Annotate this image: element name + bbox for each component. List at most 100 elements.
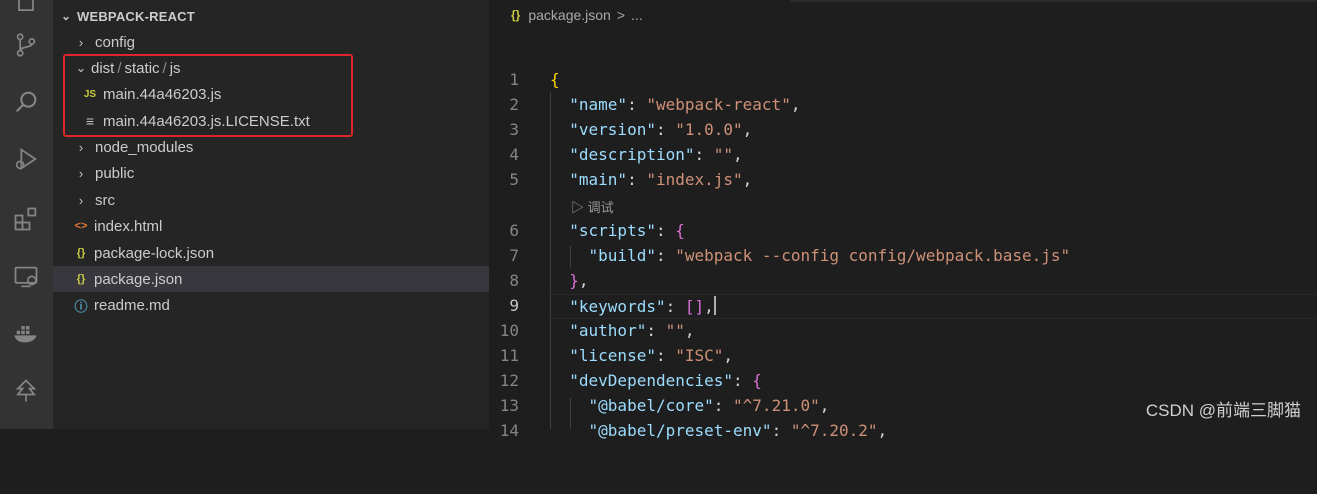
tree-item-src[interactable]: › src bbox=[53, 187, 489, 213]
brace: { bbox=[675, 221, 685, 240]
json-key: "scripts" bbox=[569, 221, 656, 240]
tree-item-readme-md[interactable]: ⓘ readme.md bbox=[53, 292, 489, 318]
search-icon[interactable] bbox=[10, 86, 42, 118]
html-file-icon: <> bbox=[74, 220, 88, 232]
tree-item-label: config bbox=[95, 33, 136, 51]
array: [] bbox=[684, 297, 705, 316]
line-number: 9 bbox=[509, 296, 519, 315]
line-number: 5 bbox=[509, 170, 519, 189]
breadcrumb-bar: {} package.json > ... bbox=[489, 0, 1317, 34]
line-number: 10 bbox=[499, 321, 519, 340]
json-key: "version" bbox=[569, 120, 656, 139]
chevron-right-icon: › bbox=[78, 165, 84, 181]
json-value: "webpack --config config/webpack.base.js… bbox=[675, 246, 1071, 265]
chevron-right-icon: › bbox=[78, 192, 84, 208]
line-number: 14 bbox=[499, 421, 519, 440]
code-line: 11 "license": "ISC", bbox=[489, 343, 1317, 368]
code-line: 7 "build": "webpack --config config/webp… bbox=[489, 243, 1317, 268]
json-file-icon: {} bbox=[76, 247, 86, 259]
code-line: 3 "version": "1.0.0", bbox=[489, 117, 1317, 142]
info-icon: ⓘ bbox=[74, 298, 88, 314]
line-number: 6 bbox=[509, 221, 519, 240]
line-number: 3 bbox=[509, 120, 519, 139]
breadcrumb-ellipsis[interactable]: ... bbox=[631, 7, 643, 23]
code-line: 9 "keywords": [], bbox=[489, 293, 1317, 318]
brace: } bbox=[569, 271, 579, 290]
chevron-down-icon: ⌄ bbox=[61, 9, 72, 23]
json-value: "1.0.0" bbox=[675, 120, 743, 139]
json-key: "keywords" bbox=[569, 297, 666, 316]
json-key: "build" bbox=[588, 246, 656, 265]
explorer-icon[interactable] bbox=[10, 0, 42, 18]
code-line: 2 "name": "webpack-react", bbox=[489, 92, 1317, 117]
tree-item-label: index.html bbox=[94, 217, 163, 235]
json-file-icon: {} bbox=[76, 273, 86, 285]
tree-item-label: src bbox=[95, 191, 115, 209]
breadcrumb-file[interactable]: package.json bbox=[528, 7, 611, 23]
json-key: "author" bbox=[569, 321, 647, 340]
line-number: 11 bbox=[499, 346, 519, 365]
code-line: 5 "main": "index.js", bbox=[489, 167, 1317, 192]
debug-codelens[interactable]: ▷ 调试 bbox=[571, 197, 614, 216]
line-number: 12 bbox=[499, 371, 519, 390]
remote-explorer-icon[interactable] bbox=[10, 261, 42, 293]
line-number: 7 bbox=[509, 246, 519, 265]
docker-icon[interactable] bbox=[10, 317, 42, 349]
tree-item-package-json[interactable]: {} package.json bbox=[53, 266, 489, 292]
tree-item-index-html[interactable]: <> index.html bbox=[53, 213, 489, 239]
chevron-right-icon: › bbox=[78, 139, 84, 155]
line-number: 8 bbox=[509, 271, 519, 290]
json-value: "ISC" bbox=[675, 346, 724, 365]
source-control-icon[interactable] bbox=[10, 29, 42, 61]
tree-item-node-modules[interactable]: › node_modules bbox=[53, 134, 489, 160]
json-key: "@babel/core" bbox=[588, 396, 714, 415]
line-number: 1 bbox=[509, 70, 519, 89]
workspace-title: WEBPACK-REACT bbox=[77, 8, 195, 24]
json-key: "devDependencies" bbox=[569, 371, 734, 390]
code-line: 12 "devDependencies": { bbox=[489, 368, 1317, 393]
code-line: 6 "scripts": { bbox=[489, 218, 1317, 243]
json-value: "webpack-react" bbox=[646, 95, 791, 114]
code-line: 8 }, bbox=[489, 268, 1317, 293]
chevron-right-icon: › bbox=[78, 34, 84, 50]
breadcrumb-separator: > bbox=[616, 7, 626, 23]
tree-item-package-lock-json[interactable]: {} package-lock.json bbox=[53, 240, 489, 266]
tree-item-label: node_modules bbox=[95, 138, 194, 156]
json-key: "description" bbox=[569, 145, 695, 164]
highlight-box bbox=[63, 54, 353, 137]
brace: { bbox=[752, 371, 762, 390]
activity-bar bbox=[0, 0, 53, 429]
json-value: "" bbox=[665, 321, 685, 340]
line-number: 4 bbox=[509, 145, 519, 164]
line-number: 2 bbox=[509, 95, 519, 114]
tree-item-public[interactable]: › public bbox=[53, 160, 489, 186]
tree-item-label: readme.md bbox=[94, 296, 170, 314]
tree-item-label: public bbox=[95, 164, 135, 182]
watermark: CSDN @前端三脚猫 bbox=[1145, 401, 1301, 420]
text-cursor bbox=[713, 296, 716, 315]
code-editor[interactable]: {} package.json > ... 1 { 2 "name": "web… bbox=[489, 0, 1317, 440]
tree-item-label: package.json bbox=[94, 270, 183, 288]
json-value: "" bbox=[713, 145, 734, 164]
json-file-icon: {} bbox=[511, 8, 521, 22]
breadcrumb: {} package.json > ... bbox=[511, 7, 643, 23]
run-debug-icon[interactable] bbox=[10, 143, 42, 175]
line-number: 13 bbox=[499, 396, 519, 415]
code-line: 14 "@babel/preset-env": "^7.20.2", bbox=[489, 418, 1317, 443]
explorer-section-header[interactable]: ⌄ WEBPACK-REACT bbox=[61, 6, 195, 26]
json-key: "main" bbox=[569, 170, 628, 189]
code-line: 1 { bbox=[489, 67, 1317, 92]
json-value: "index.js" bbox=[646, 170, 743, 189]
code-line: 4 "description": "", bbox=[489, 142, 1317, 167]
json-key: "license" bbox=[569, 346, 656, 365]
json-key: "name" bbox=[569, 95, 628, 114]
tree-item-label: package-lock.json bbox=[94, 244, 215, 262]
code-line: 10 "author": "", bbox=[489, 318, 1317, 343]
json-value: "^7.20.2" bbox=[790, 421, 878, 440]
json-value: "^7.21.0" bbox=[733, 396, 820, 415]
brace: { bbox=[550, 70, 560, 89]
extensions-icon[interactable] bbox=[10, 203, 42, 235]
tree-icon[interactable] bbox=[10, 375, 42, 407]
tree-item-config[interactable]: › config bbox=[53, 29, 489, 55]
json-key: "@babel/preset-env" bbox=[588, 421, 772, 440]
